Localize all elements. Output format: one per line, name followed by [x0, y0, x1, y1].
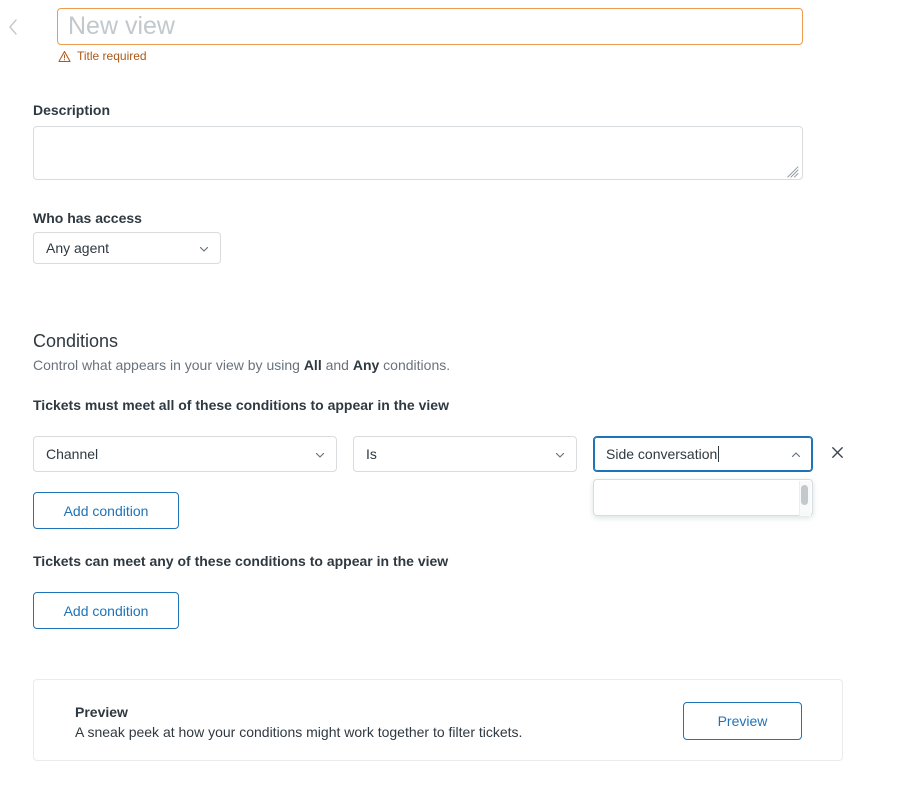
preview-card: Preview A sneak peek at how your conditi… — [33, 679, 843, 761]
description-textarea[interactable] — [33, 126, 803, 180]
add-condition-all-button[interactable]: Add condition — [33, 492, 179, 529]
remove-condition-button[interactable] — [825, 442, 849, 466]
view-title-input[interactable] — [57, 8, 803, 45]
condition-value-text-wrap: Side conversation — [606, 446, 784, 462]
conditions-heading: Conditions — [33, 331, 119, 351]
preview-card-title: Preview — [75, 704, 128, 720]
conditions-subtitle-any: Any — [352, 357, 380, 373]
add-condition-any-button[interactable]: Add condition — [33, 592, 179, 629]
conditions-subtitle-suffix: conditions. — [379, 357, 451, 373]
preview-card-subtitle: A sneak peek at how your conditions migh… — [75, 724, 523, 740]
condition-operator-select[interactable]: Is — [353, 436, 577, 472]
condition-row: Channel Is Side conversation — [33, 436, 853, 472]
dropdown-scrollbar-thumb[interactable] — [801, 485, 808, 505]
condition-field-value: Channel — [46, 446, 99, 462]
dropdown-scrollbar-track[interactable] — [799, 481, 811, 516]
who-has-access-value: Any agent — [46, 240, 110, 256]
title-error-message: Title required — [58, 48, 147, 64]
description-label: Description — [33, 102, 111, 118]
chevron-down-icon — [554, 448, 566, 460]
any-conditions-heading: Tickets can meet any of these conditions… — [33, 553, 449, 569]
condition-value-select[interactable]: Side conversation — [593, 436, 813, 472]
who-has-access-select[interactable]: Any agent — [33, 232, 221, 264]
back-button[interactable] — [0, 5, 26, 49]
conditions-subtitle: Control what appears in your view by usi… — [33, 356, 450, 374]
all-conditions-heading: Tickets must meet all of these condition… — [33, 397, 449, 413]
warning-triangle-icon — [58, 50, 71, 63]
condition-operator-value: Is — [366, 446, 377, 462]
condition-value-text: Side conversation — [606, 446, 718, 462]
chevron-down-icon — [314, 448, 326, 460]
condition-field-select[interactable]: Channel — [33, 436, 337, 472]
chevron-down-icon — [198, 242, 210, 254]
close-x-icon — [831, 446, 844, 462]
conditions-subtitle-mid: and — [321, 357, 353, 373]
chevron-left-icon — [6, 17, 20, 37]
preview-button[interactable]: Preview — [683, 702, 802, 740]
text-caret — [718, 446, 720, 462]
title-error-text: Title required — [77, 49, 147, 63]
who-has-access-label: Who has access — [33, 210, 142, 226]
conditions-subtitle-prefix: Control what appears in your view by usi… — [33, 357, 304, 373]
conditions-subtitle-all: All — [303, 357, 322, 373]
chevron-up-icon — [790, 448, 802, 460]
condition-value-dropdown-menu[interactable] — [593, 479, 813, 516]
